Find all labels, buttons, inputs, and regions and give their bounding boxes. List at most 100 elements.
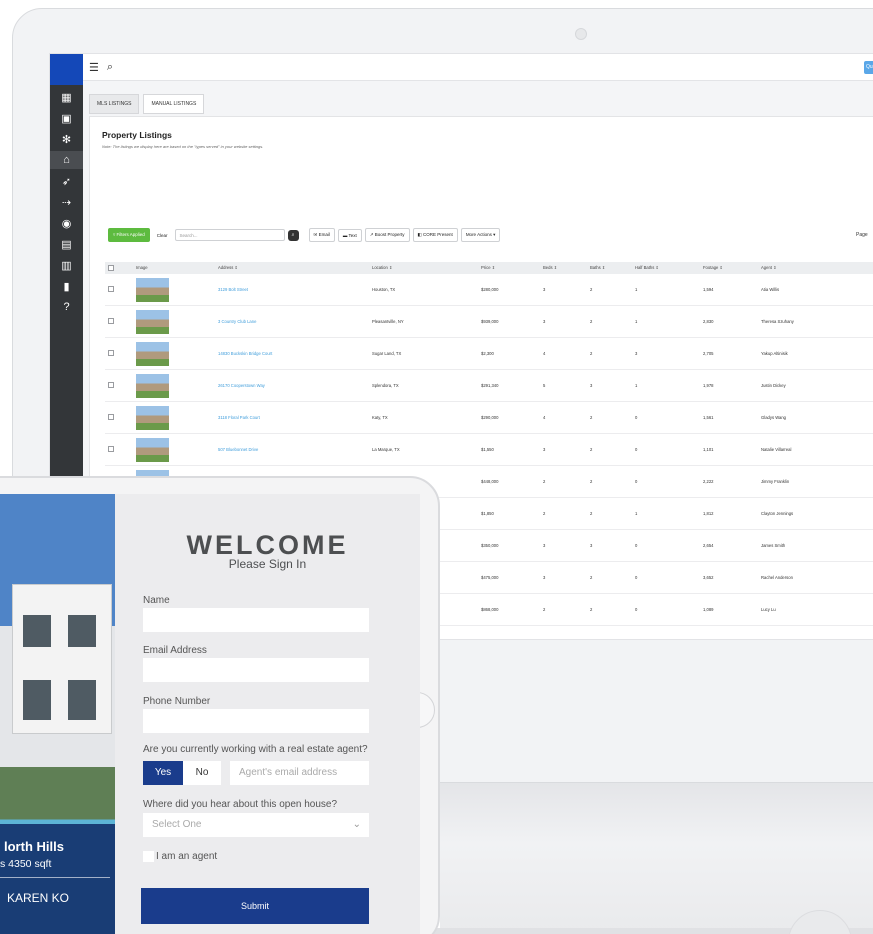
email-button[interactable]: ✉ Email (308, 228, 335, 242)
property-thumbnail[interactable] (136, 278, 169, 302)
help-icon[interactable]: ? (50, 298, 83, 316)
agent-email-field[interactable]: Agent's email address (230, 761, 369, 785)
cell-footage: 1,101 (703, 447, 714, 452)
menu-icon[interactable]: ☰ (89, 61, 99, 74)
top-bar: ☰ ⌕ Qui (83, 54, 873, 81)
cell-baths: 2 (590, 351, 593, 356)
cell-location: Splendora, TX (372, 383, 399, 388)
agent-name: KAREN KO (7, 891, 70, 905)
car-icon[interactable]: ▤ (50, 235, 83, 253)
source-select-value: Select One (152, 819, 202, 830)
cell-beds: 4 (543, 351, 546, 356)
row-checkbox[interactable] (108, 414, 114, 420)
tab-manual-listings[interactable]: MANUAL LISTINGS (143, 94, 205, 114)
core-present-button[interactable]: ◧ CORE Present (412, 228, 458, 242)
text-button[interactable]: ▬ Text (337, 228, 362, 242)
cell-price: $1,550 (481, 447, 494, 452)
cell-agent: Jimmy Franklin (761, 479, 790, 484)
home-icon[interactable]: ⌂ (50, 151, 83, 169)
column-header-price[interactable]: Price ⇕ (481, 265, 495, 270)
column-header-agent[interactable]: Agent ⇕ (761, 265, 777, 270)
no-button[interactable]: No (183, 761, 221, 785)
calendar-icon[interactable]: ▣ (50, 109, 83, 127)
cell-beds: 5 (543, 383, 546, 388)
cell-location: Pleasantville, NY (372, 319, 404, 324)
property-thumbnail[interactable] (136, 374, 169, 398)
submit-button[interactable]: Submit (141, 888, 369, 924)
cell-baths: 3 (590, 383, 593, 388)
tab-mls-listings[interactable]: MLS LISTINGS (89, 94, 140, 114)
property-overlay: lorth Hills s 4350 sqft KAREN KO (0, 824, 115, 934)
column-header-address[interactable]: Address ⇕ (218, 265, 238, 270)
cell-footage: 1,812 (703, 511, 714, 516)
email-field[interactable] (143, 658, 369, 682)
name-field[interactable] (143, 608, 369, 632)
column-header-footage[interactable]: Footage ⇕ (703, 265, 723, 270)
cell-beds: 4 (543, 415, 546, 420)
eye-icon[interactable]: ◉ (50, 214, 83, 232)
cell-footage: 2,830 (703, 319, 714, 324)
cell-price: $868,000 (481, 607, 499, 612)
cell-address[interactable]: 14830 Buckskin Bridge Court (218, 351, 272, 356)
dashboard-icon[interactable]: ▦ (50, 88, 83, 106)
cell-address[interactable]: 507 Bluebonnet Drive (218, 447, 258, 452)
table-row[interactable]: 3129 Bolt Street Houston, TX $280,000 3 2 1 1,… (105, 274, 873, 306)
table-row[interactable]: 14830 Buckskin Bridge Court Sugar Land, T… (105, 338, 873, 370)
row-checkbox[interactable] (108, 286, 114, 292)
table-row[interactable]: 3118 Floral Park Court Katy, TX $290,000 4 2… (105, 402, 873, 434)
row-checkbox[interactable] (108, 446, 114, 452)
property-thumbnail[interactable] (136, 310, 169, 334)
sign-in-subtitle: Please Sign In (228, 557, 307, 571)
cell-half: 3 (635, 351, 638, 356)
filters-applied-button[interactable]: ▿ Filters Applied (108, 228, 150, 242)
send-icon[interactable]: ➶ (50, 172, 83, 190)
clear-button[interactable]: Clear (152, 229, 172, 241)
listings-toolbar: ▿ Filters Applied Clear Search... ⌕ ✉ Em… (108, 228, 501, 242)
cell-footage: 2,705 (703, 351, 714, 356)
sign-in-form: WELCOME Please Sign In Name Email Addres… (115, 494, 420, 934)
property-thumbnail[interactable] (136, 438, 169, 462)
search-input[interactable]: Search... (174, 229, 285, 241)
column-header-half[interactable]: Half Baths ⇕ (635, 265, 659, 270)
table-row[interactable]: 3 Country Club Lane Pleasantville, NY $939… (105, 306, 873, 338)
cell-beds: 2 (543, 607, 546, 612)
source-select[interactable]: Select One ⌄ (143, 813, 369, 837)
table-row[interactable]: 507 Bluebonnet Drive La Marque, TX $1,550 3… (105, 434, 873, 466)
row-checkbox[interactable] (108, 318, 114, 324)
pagination-label: Page (856, 232, 868, 238)
column-header-baths[interactable]: Baths ⇕ (590, 265, 605, 270)
yes-button[interactable]: Yes (143, 761, 183, 785)
search-submit-icon[interactable]: ⌕ (287, 229, 299, 241)
calculator-icon[interactable]: ▥ (50, 256, 83, 274)
cell-beds: – (543, 639, 545, 640)
search-icon[interactable]: ⌕ (107, 61, 113, 74)
row-checkbox[interactable] (108, 382, 114, 388)
cell-baths: 2 (590, 479, 593, 484)
phone-field[interactable] (143, 709, 369, 733)
table-row[interactable]: 26170 Cooperstown Way Splendora, TX $291,3… (105, 370, 873, 402)
network-icon[interactable]: ✻ (50, 130, 83, 148)
cell-address[interactable]: 3 Country Club Lane (218, 319, 256, 324)
row-checkbox[interactable] (108, 350, 114, 356)
cell-address[interactable]: 3118 Floral Park Court (218, 415, 260, 420)
funnel-icon[interactable]: ⇢ (50, 193, 83, 211)
cell-location: Houston, TX (372, 287, 396, 292)
column-header-image[interactable]: Image (136, 265, 148, 270)
boost-property-button[interactable]: ↗ Boost Property (364, 228, 410, 242)
analytics-icon[interactable]: ▮ (50, 277, 83, 295)
agent-question-label: Are you currently working with a real es… (143, 744, 368, 755)
select-all-checkbox[interactable] (108, 265, 114, 271)
cell-agent: Justin Dickey (761, 383, 786, 388)
column-header-location[interactable]: Location ⇕ (372, 265, 393, 270)
i-am-agent-checkbox[interactable] (143, 851, 154, 862)
cell-baths: 2 (590, 511, 593, 516)
cell-location: La Marque, TX (372, 447, 400, 452)
more-actions-dropdown[interactable]: More Actions ▾ (460, 228, 501, 242)
column-header-beds[interactable]: Beds ⇕ (543, 265, 557, 270)
cell-address[interactable]: 26170 Cooperstown Way (218, 383, 265, 388)
property-thumbnail[interactable] (136, 406, 169, 430)
cell-agent: Gladys Wang (761, 415, 786, 420)
cell-address[interactable]: 3129 Bolt Street (218, 287, 248, 292)
quick-action-button[interactable]: Qui (864, 61, 873, 74)
property-thumbnail[interactable] (136, 342, 169, 366)
